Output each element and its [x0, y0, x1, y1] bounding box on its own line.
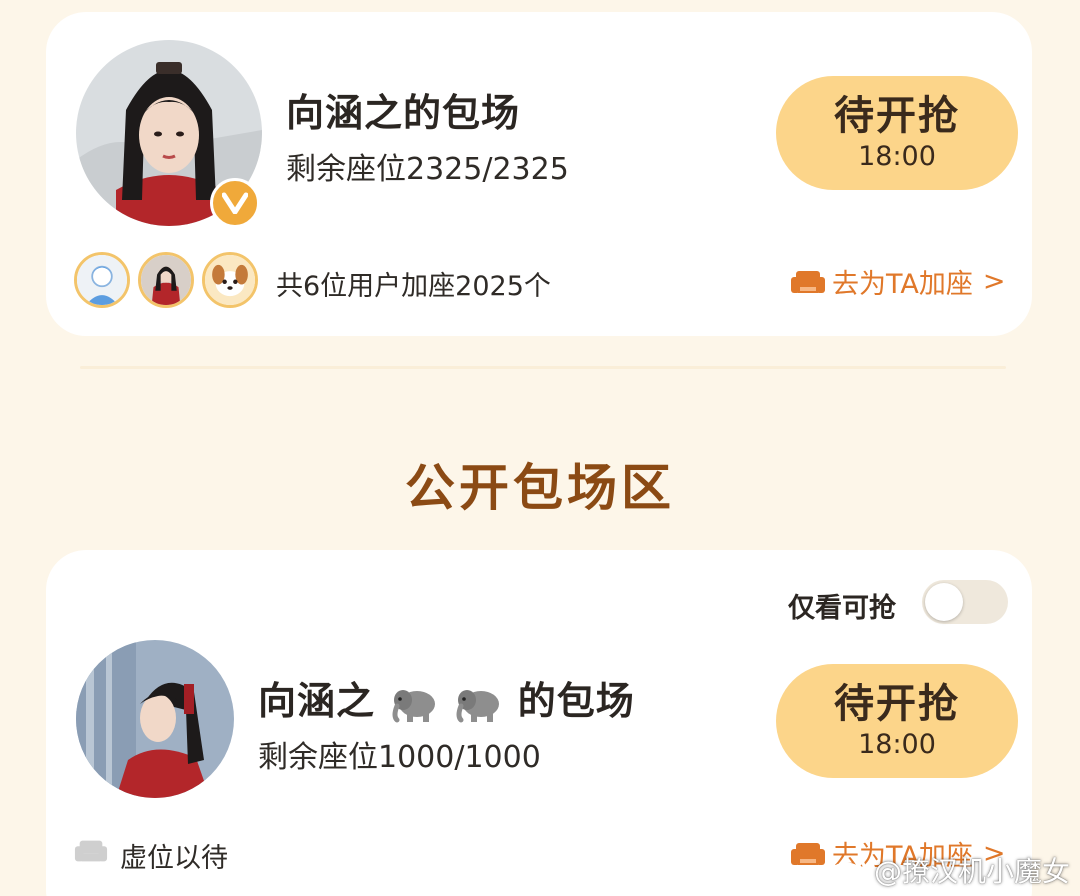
- chevron-right-icon: >: [982, 266, 1006, 297]
- weibo-icon: [829, 856, 866, 886]
- sofa-icon: [791, 842, 825, 865]
- grab-button-label: 待开抢: [834, 681, 960, 727]
- booking-title: 向涵之的包场: [286, 91, 521, 135]
- watermark: @撩汉机小魔女: [828, 850, 1070, 890]
- grab-button[interactable]: 待开抢 18:00: [776, 76, 1018, 190]
- participant-avatar[interactable]: [74, 252, 130, 308]
- divider: [80, 366, 1006, 369]
- empty-seat-icon: [74, 840, 108, 862]
- grab-button[interactable]: 待开抢 18:00: [776, 664, 1018, 778]
- participants-summary: 共6位用户加座2025个: [276, 271, 551, 302]
- watermark-text: @撩汉机小魔女: [873, 855, 1070, 888]
- elephant-icon: [456, 689, 500, 722]
- grab-button-label: 待开抢: [834, 93, 960, 139]
- host-avatar[interactable]: [76, 640, 234, 798]
- add-seat-link[interactable]: 去为TA加座 >: [790, 262, 1006, 301]
- grab-button-time: 18:00: [858, 141, 936, 172]
- remaining-seats: 剩余座位1000/1000: [258, 740, 541, 775]
- add-seat-link-label: 去为TA加座: [832, 269, 973, 300]
- toggle-knob: [925, 583, 963, 621]
- booking-title-end: 的包场: [517, 679, 635, 723]
- booking-title: 向涵之 的包场: [258, 670, 635, 725]
- elephant-icon: [392, 689, 436, 722]
- page: 向涵之的包场 剩余座位2325/2325 待开抢 18:00 共6位用户加座20…: [0, 0, 1080, 896]
- filter-label: 仅看可抢: [788, 593, 896, 624]
- remaining-seats: 剩余座位2325/2325: [286, 152, 569, 187]
- participant-avatar[interactable]: [202, 252, 258, 308]
- status-text: 虚位以待: [120, 843, 228, 874]
- sofa-icon: [791, 270, 825, 293]
- booking-title-start: 向涵之: [258, 679, 376, 723]
- grab-button-time: 18:00: [858, 729, 936, 760]
- grabbable-only-toggle[interactable]: [922, 580, 1008, 624]
- section-title: 公开包场区: [405, 459, 675, 517]
- verified-badge-icon: [210, 178, 260, 228]
- participant-avatar[interactable]: [138, 252, 194, 308]
